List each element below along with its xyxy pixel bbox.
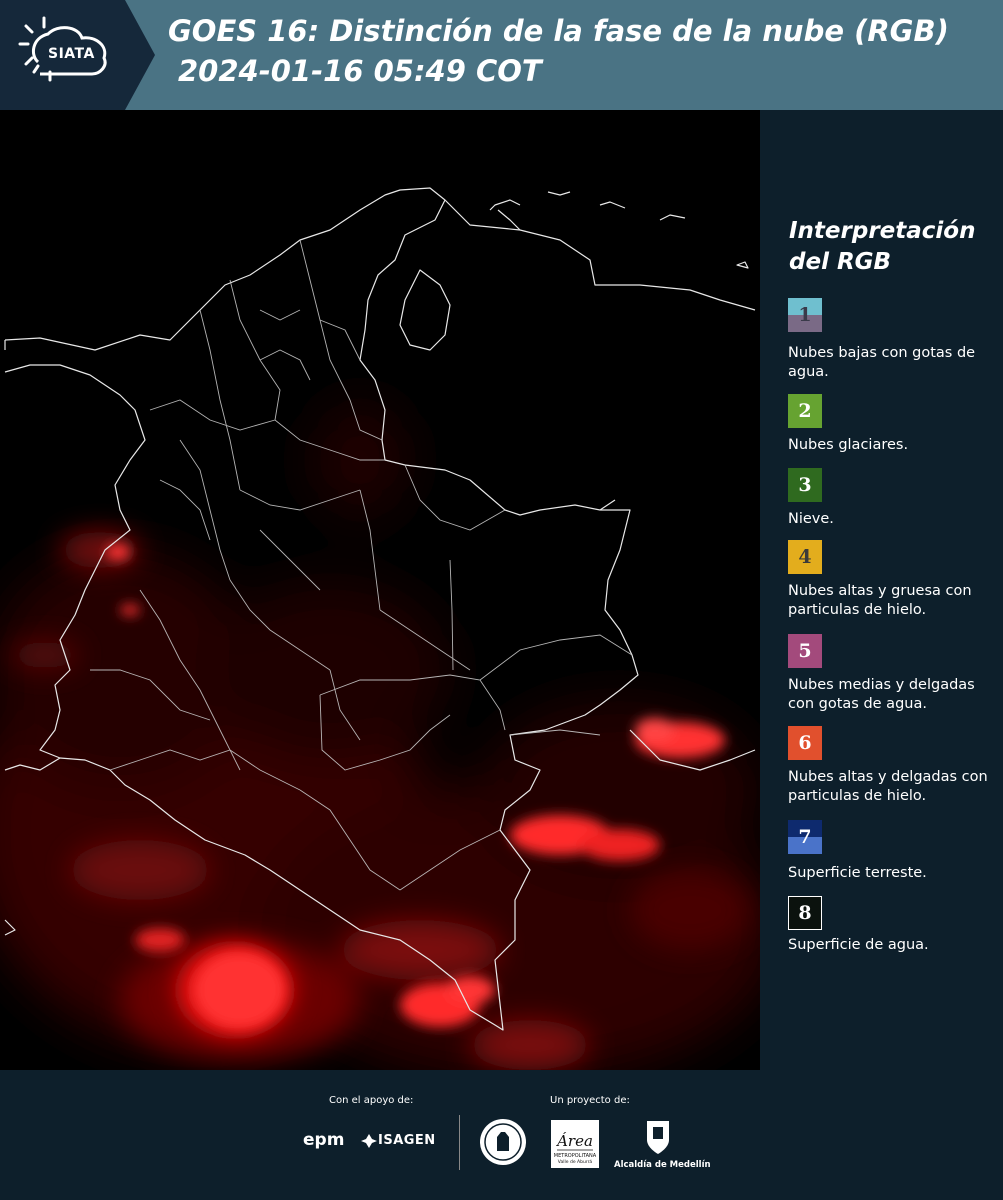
svg-text:METROPOLITANA: METROPOLITANA [554, 1153, 597, 1159]
legend-number-6: 6 [798, 732, 812, 754]
page-title: GOES 16: Distinción de la fase de la nub… [168, 14, 949, 48]
legend-number-5: 5 [798, 640, 812, 662]
legend-label-4: Nubes altas y gruesa con particulas de h… [788, 583, 972, 618]
legend-swatch-1: 1 [788, 298, 822, 332]
seal-logo-icon [480, 1119, 526, 1165]
page-timestamp: 2024-01-16 05:49 COT [178, 54, 542, 88]
legend-number-8: 8 [798, 902, 812, 924]
legend-label-1: Nubes bajas con gotas de agua. [788, 345, 976, 380]
legend-swatch-7: 7 [788, 820, 822, 854]
legend-title-line2: del RGB [789, 249, 892, 275]
legend-label-2: Nubes glaciares. [788, 437, 909, 453]
epm-logo: epm [303, 1130, 345, 1150]
legend-number-1: 1 [798, 304, 812, 326]
project-label: Un proyecto de: [550, 1095, 630, 1106]
legend-number-4: 4 [798, 546, 812, 568]
siata-logo: SIATA [0, 0, 155, 110]
svg-text:Área: Área [555, 1132, 593, 1150]
legend-label-7: Superficie terreste. [788, 865, 927, 881]
legend-label-8: Superficie de agua. [788, 937, 929, 953]
legend-panel: Interpretación del RGB 1 Nubes bajas con… [760, 110, 1003, 1070]
legend-swatch-8: 8 [788, 896, 822, 930]
isagen-mark-icon [361, 1134, 377, 1148]
isagen-logo: ISAGEN [378, 1133, 436, 1148]
legend-number-3: 3 [798, 474, 812, 496]
legend-title-line1: Interpretación [789, 218, 976, 244]
footer-bar: Con el apoyo de: Un proyecto de: epm ISA… [0, 1070, 1003, 1200]
legend-label-5: Nubes medias y delgadas con gotas de agu… [788, 677, 975, 712]
alcaldia-coat-of-arms-icon [647, 1121, 669, 1154]
legend-number-2: 2 [798, 400, 812, 422]
legend-label-6: Nubes altas y delgadas con particulas de… [788, 769, 988, 804]
footer-divider [459, 1115, 460, 1170]
legend-swatch-6: 6 [788, 726, 822, 760]
siata-logo-text: SIATA [48, 46, 95, 62]
legend-label-3: Nieve. [788, 511, 834, 527]
legend-swatch-3: 3 [788, 468, 822, 502]
svg-text:Valle de Aburrá: Valle de Aburrá [558, 1158, 593, 1165]
header-bar: SIATA GOES 16: Distinción de la fase de … [0, 0, 1003, 110]
area-metropolitana-logo: Área METROPOLITANA Valle de Aburrá [551, 1120, 599, 1168]
legend-swatch-2: 2 [788, 394, 822, 428]
satellite-map [0, 110, 760, 1070]
legend-title: Interpretación del RGB [789, 216, 975, 278]
alcaldia-label: Alcaldía de Medellín [614, 1160, 711, 1170]
support-label: Con el apoyo de: [329, 1095, 414, 1106]
legend-swatch-4: 4 [788, 540, 822, 574]
legend-number-7: 7 [798, 826, 812, 848]
legend-swatch-5: 5 [788, 634, 822, 668]
